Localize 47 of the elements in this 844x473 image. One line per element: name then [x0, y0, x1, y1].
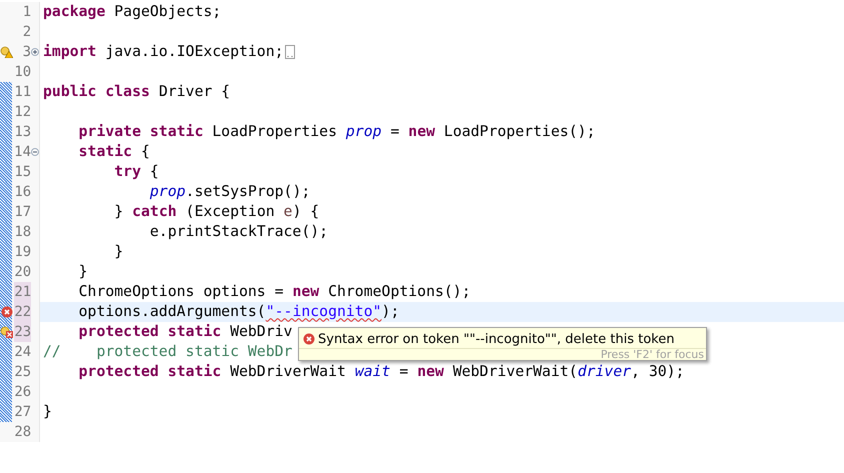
line-number: 21: [14, 282, 32, 302]
code-line: import java.io.IOException;: [43, 44, 284, 60]
code-line: public class Driver {: [43, 84, 230, 100]
line-number: 28: [14, 423, 32, 442]
line-number: 26: [14, 383, 32, 402]
line-number: 20: [14, 263, 32, 282]
line-number: 13: [14, 123, 32, 142]
line-number: 3: [22, 43, 31, 62]
code-line: }: [113, 244, 124, 260]
lightbulb-warning-icon[interactable]: [0, 46, 14, 58]
focus-hint: Press 'F2' for focus: [600, 349, 704, 360]
line-number: 24: [14, 343, 32, 362]
line-number: 15: [14, 163, 32, 182]
code-line: ChromeOptions options = new ChromeOptions();: [78, 284, 471, 300]
line-number: 23: [14, 322, 32, 342]
line-number: 10: [14, 63, 32, 82]
line-number: 27: [14, 403, 32, 422]
code-line: try {: [113, 164, 159, 180]
code-line: protected static WebDriv: [78, 324, 292, 340]
line-number: 17: [14, 203, 32, 222]
code-line: private static LoadProperties prop = new LoadProperties();: [78, 124, 596, 140]
line-number: 12: [14, 103, 32, 122]
code-line: } catch (Exception e) {: [113, 204, 320, 220]
folded-code-icon[interactable]: [284, 45, 295, 59]
code-line: protected static WebDriverWait wait = new WebDriverWait(driver, 30);: [78, 364, 684, 380]
line-number: 11: [14, 83, 32, 102]
line-number: 14: [14, 143, 31, 162]
collapse-icon[interactable]: [31, 148, 39, 156]
error-icon: [303, 333, 315, 345]
code-line: }: [43, 404, 52, 420]
code-line: package PageObjects;: [43, 4, 222, 20]
line-number: 22: [14, 302, 32, 322]
line-number: 19: [14, 243, 32, 262]
code-line: options.addArguments("--incognito");: [78, 304, 400, 320]
code-line: // protected static WebDr: [43, 344, 292, 360]
code-line: prop.setSysProp();: [148, 184, 310, 200]
code-line: }: [78, 264, 88, 280]
line-number: 18: [14, 223, 32, 242]
lightbulb-error-icon[interactable]: [0, 326, 14, 338]
line-number: 1: [22, 3, 32, 22]
line-number: 25: [14, 363, 32, 382]
error-message: Syntax error on token ""--incognito"", delete this token: [318, 332, 674, 346]
line-number: 2: [22, 23, 32, 42]
line-number: 16: [14, 183, 32, 202]
code-line: e.printStackTrace();: [148, 224, 328, 240]
code-line: static {: [78, 144, 150, 160]
expand-icon[interactable]: [31, 48, 39, 56]
